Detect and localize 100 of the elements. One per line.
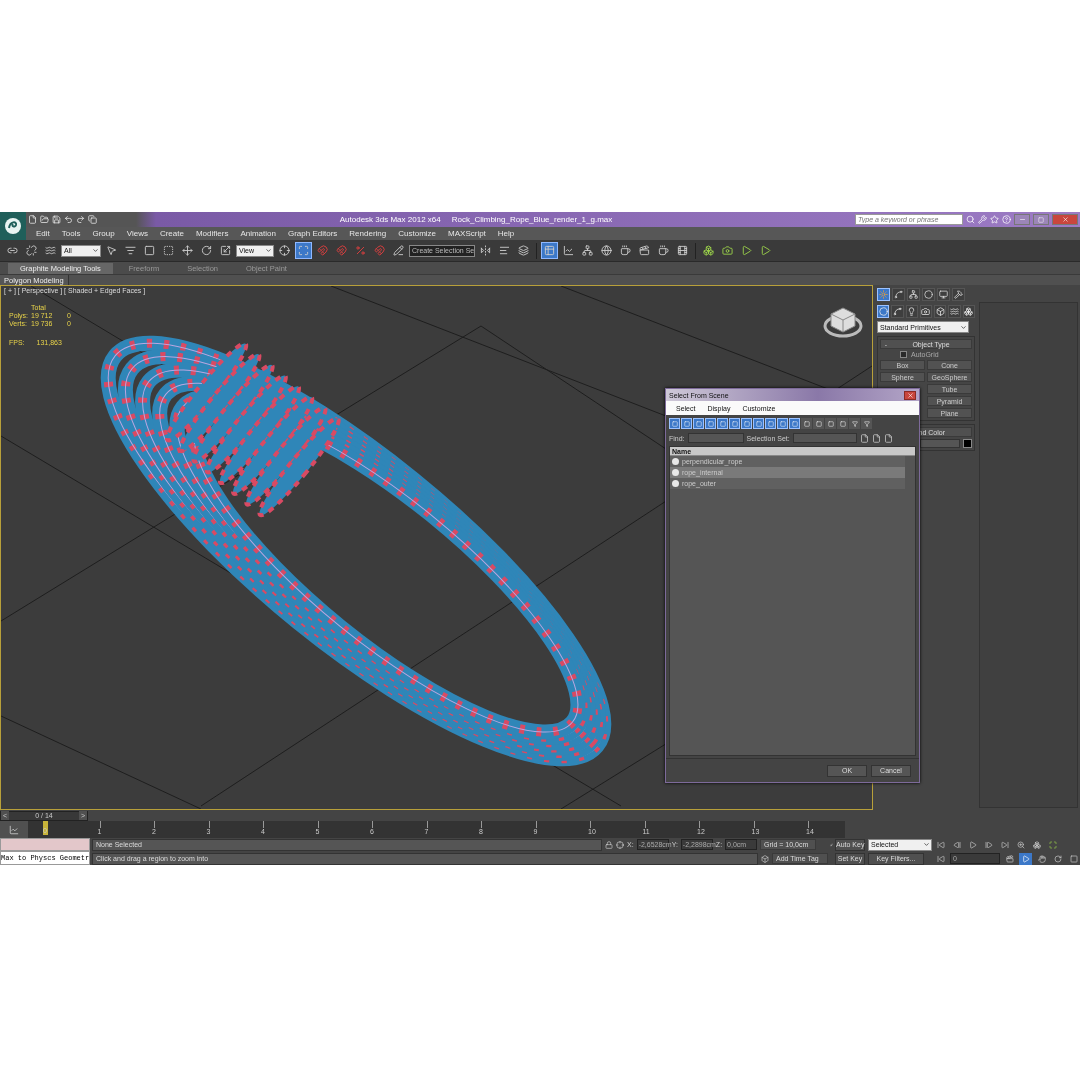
display-filter-toggle[interactable] [669,418,680,429]
display-filter-toggle[interactable] [837,418,848,429]
skip-back-icon [936,854,945,863]
edit-selection-button[interactable] [390,242,407,259]
boxes-icon [703,245,714,256]
display-filter-toggle[interactable] [693,418,704,429]
star-icon [990,215,999,224]
rotate-icon [201,245,212,256]
caret-icon [960,323,967,331]
category-button[interactable] [905,304,918,318]
display-icon [939,289,948,299]
zoom-all-button[interactable] [1030,838,1043,851]
file-name: Rock_Climbing_Rope_Blue_render_1_g.max [451,215,613,224]
wave-icon [45,245,56,256]
display-filter-toggle[interactable] [825,418,836,429]
caret-icon [92,247,99,254]
move-button[interactable] [179,242,196,259]
minimize-button[interactable] [1014,214,1030,225]
play-icon [968,840,977,849]
move-icon [182,245,193,256]
menu-item[interactable]: Customize [392,229,443,238]
display-filter-toggle[interactable] [717,418,728,429]
menu-item[interactable]: Help [491,229,521,238]
close-icon [1061,216,1069,223]
menu-item[interactable]: MAXScript [442,229,492,238]
menu-item[interactable]: Views [120,229,154,238]
category-button[interactable] [919,304,933,318]
display-filter-toggle[interactable] [849,418,860,429]
display-filter-toggle[interactable] [705,418,716,429]
unlink-icon [26,245,37,256]
maximize-viewport-button[interactable] [1067,852,1080,865]
boxes-icon [1032,840,1041,849]
menu-item[interactable]: Edit [30,229,56,238]
menu-item[interactable]: Modifiers [189,229,235,238]
region-zoom-button[interactable] [1019,852,1032,865]
menu-item[interactable]: Graph Editors [281,229,344,238]
selection-set-field[interactable] [792,433,857,443]
maximize-button[interactable] [1033,214,1049,225]
layers-button[interactable] [515,242,532,259]
scale-icon [220,245,231,256]
skip-forward-icon [1000,840,1009,849]
menu-item[interactable]: Create [153,229,190,238]
open-folder-icon [40,215,49,224]
boxes-button[interactable] [700,242,717,259]
pointer-icon [106,245,117,256]
orbit-button[interactable] [1051,852,1064,865]
triangle-icon [1021,854,1030,863]
color-swatch[interactable] [963,439,972,448]
document-icon [859,433,869,443]
command-panel-tab[interactable] [937,287,950,301]
clapperboard-icon [1005,854,1014,863]
camera-icon [722,245,733,256]
material-button[interactable] [598,242,615,259]
align-icon [499,245,510,256]
app-title: Autodesk 3ds Max 2012 x64 [339,215,441,224]
link-icon [7,245,18,256]
schematic-icon [582,245,593,256]
display-filter-toggle[interactable] [741,418,752,429]
time-config-button[interactable] [1003,852,1016,865]
pan-button[interactable] [1035,852,1048,865]
display-filter-toggle[interactable] [813,418,824,429]
menu-item[interactable]: Group [86,229,121,238]
dashed-square-icon [163,245,174,256]
name-field[interactable] [920,439,960,448]
pivot-button[interactable] [276,242,293,259]
listener-field[interactable] [0,838,90,851]
zoom-extents-button[interactable] [1046,838,1059,851]
schematic-button[interactable] [579,242,596,259]
close-icon [906,391,914,399]
help-icon [1002,215,1011,224]
display-filter-toggle[interactable] [801,418,812,429]
ribbon-toggle-button[interactable] [541,242,558,259]
unlink-button[interactable] [23,242,40,259]
save-icon [52,215,61,224]
mini-curve-editor-button[interactable] [0,821,28,838]
display-filter-toggle[interactable] [729,418,740,429]
hand-icon [1037,854,1046,863]
zoom-button[interactable] [1014,838,1027,851]
caret-icon [265,247,272,254]
close-button[interactable] [904,390,916,400]
display-filter-toggle[interactable] [765,418,776,429]
menu-item[interactable]: Rendering [343,229,393,238]
menu-item[interactable]: Animation [234,229,282,238]
autogrid-checkbox[interactable] [900,351,907,358]
display-filter-toggle[interactable] [681,418,692,429]
display-filter-toggle[interactable] [789,418,800,429]
app-logo-icon[interactable] [0,212,26,240]
lights-icon [907,306,917,316]
display-filter-toggle[interactable] [777,418,788,429]
wrench-icon [978,215,987,224]
display-filter-toggle[interactable] [861,418,872,429]
document-icon [871,433,881,443]
document-icon [883,433,893,443]
list-icon [125,245,136,256]
menu-item[interactable]: Tools [55,229,87,238]
funnel-icon [863,420,870,427]
display-filter-toggle[interactable] [753,418,764,429]
forward-icon [760,245,771,256]
step-back-icon [952,840,961,849]
find-field[interactable] [687,433,744,443]
